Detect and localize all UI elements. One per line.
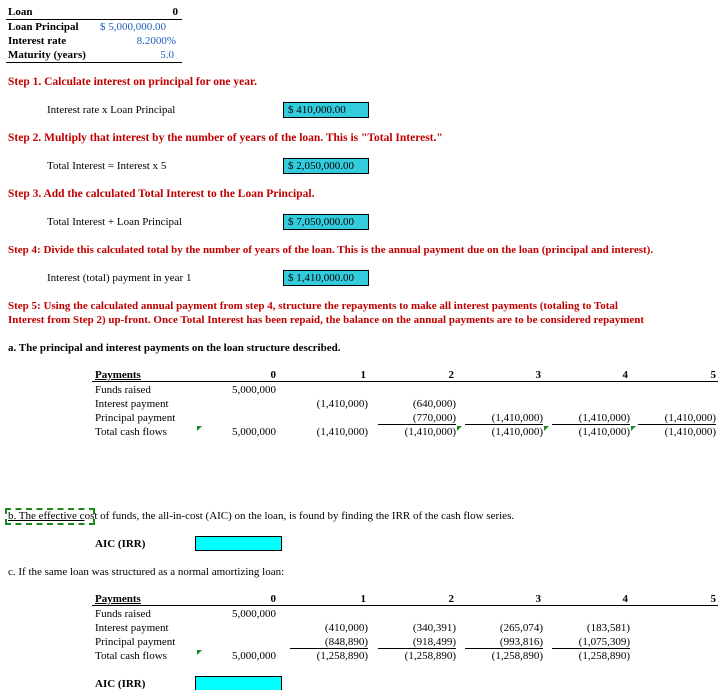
- part-a-principal-3[interactable]: (1,410,000): [465, 412, 543, 425]
- part-a-header-1: 1: [360, 369, 367, 381]
- part-c-header-3: 3: [535, 593, 542, 605]
- part-b-aic-label: AIC (IRR): [95, 538, 146, 550]
- part-c-aic-label: AIC (IRR): [95, 678, 146, 690]
- part-c-header-5: 5: [710, 593, 717, 605]
- part-c-principal-1[interactable]: (848,890): [290, 636, 368, 649]
- error-indicator-icon: [457, 426, 462, 431]
- part-a-total-1[interactable]: (1,410,000): [290, 426, 368, 438]
- step2-label: Total Interest = Interest x 5: [47, 160, 167, 172]
- part-b-selected-text[interactable]: b. The effective c: [8, 510, 85, 522]
- loan-footer-rule: [6, 62, 182, 63]
- part-a-total-4[interactable]: (1,410,000): [552, 426, 630, 438]
- loan-header-rule: [6, 19, 182, 20]
- part-a-row-interest-label: Interest payment: [95, 398, 169, 410]
- step4-heading: Step 4: Divide this calculated total by …: [8, 244, 654, 256]
- part-c-total-0[interactable]: 5,000,000: [200, 650, 276, 662]
- part-a-heading: a. The principal and interest payments o…: [8, 342, 341, 354]
- part-a-principal-5[interactable]: (1,410,000): [638, 412, 716, 425]
- step3-heading: Step 3. Add the calculated Total Interes…: [8, 188, 315, 200]
- part-b-rest-text: ost of funds, the all-in-cost (AIC) on t…: [84, 510, 515, 522]
- part-a-total-5[interactable]: (1,410,000): [638, 426, 716, 438]
- error-indicator-icon: [631, 426, 636, 431]
- part-c-funds-0[interactable]: 5,000,000: [200, 608, 276, 620]
- step2-heading: Step 2. Multiply that interest by the nu…: [8, 132, 443, 144]
- part-c-principal-3[interactable]: (993,816): [465, 636, 543, 649]
- part-c-principal-4[interactable]: (1,075,309): [552, 636, 630, 649]
- maturity-label: Maturity (years): [8, 49, 86, 61]
- part-a-row-principal-label: Principal payment: [95, 412, 176, 424]
- step5-line2: Interest from Step 2) up-front. Once Tot…: [8, 314, 645, 326]
- part-c-row-interest-label: Interest payment: [95, 622, 169, 634]
- part-c-row-principal-label: Principal payment: [95, 636, 176, 648]
- loan-title: Loan: [8, 6, 33, 18]
- part-c-header-2: 2: [448, 593, 455, 605]
- part-c-interest-3[interactable]: (265,074): [465, 622, 543, 634]
- part-c-header-payments: Payments: [95, 593, 141, 605]
- step4-result-cell[interactable]: $ 1,410,000.00: [283, 270, 369, 286]
- part-a-interest-2[interactable]: (640,000): [378, 398, 456, 410]
- loan-principal-label: Loan Principal: [8, 21, 79, 33]
- step4-label: Interest (total) payment in year 1: [47, 272, 192, 284]
- part-a-header-5: 5: [710, 369, 717, 381]
- part-c-aic-input[interactable]: [195, 676, 282, 690]
- part-a-total-3[interactable]: (1,410,000): [465, 426, 543, 438]
- part-a-header-payments: Payments: [95, 369, 141, 381]
- part-a-row-total-label: Total cash flows: [95, 426, 167, 438]
- step1-label: Interest rate x Loan Principal: [47, 104, 176, 116]
- part-a-funds-0[interactable]: 5,000,000: [200, 384, 276, 396]
- step3-label: Total Interest + Loan Principal: [47, 216, 182, 228]
- part-c-principal-2[interactable]: (918,499): [378, 636, 456, 649]
- part-c-total-3[interactable]: (1,258,890): [465, 650, 543, 662]
- part-c-row-funds-label: Funds raised: [95, 608, 151, 620]
- part-a-header-3: 3: [535, 369, 542, 381]
- part-c-interest-1[interactable]: (410,000): [290, 622, 368, 634]
- part-b-aic-input[interactable]: [195, 536, 282, 551]
- step3-result-cell[interactable]: $ 7,050,000.00: [283, 214, 369, 230]
- loan-principal-value[interactable]: $ 5,000,000.00: [100, 21, 166, 33]
- step5-line1: Step 5: Using the calculated annual paym…: [8, 300, 618, 312]
- part-a-principal-2[interactable]: (770,000): [378, 412, 456, 425]
- part-a-total-0[interactable]: 5,000,000: [200, 426, 276, 438]
- maturity-value[interactable]: 5.0: [120, 49, 174, 61]
- part-c-row-total-label: Total cash flows: [95, 650, 167, 662]
- part-c-heading: c. If the same loan was structured as a …: [8, 566, 285, 578]
- part-a-header-0: 0: [270, 369, 277, 381]
- part-c-header-4: 4: [622, 593, 629, 605]
- part-b-text: b. The effective cost of funds, the all-…: [8, 510, 514, 522]
- part-c-header-rule: [92, 605, 718, 606]
- step1-heading: Step 1. Calculate interest on principal …: [8, 76, 257, 88]
- part-a-total-2[interactable]: (1,410,000): [378, 426, 456, 438]
- part-a-interest-1[interactable]: (1,410,000): [290, 398, 368, 410]
- part-c-interest-4[interactable]: (183,581): [552, 622, 630, 634]
- part-a-row-funds-label: Funds raised: [95, 384, 151, 396]
- part-c-interest-2[interactable]: (340,391): [378, 622, 456, 634]
- loan-title-value: 0: [172, 6, 179, 18]
- error-indicator-icon: [544, 426, 549, 431]
- part-a-header-2: 2: [448, 369, 455, 381]
- part-c-total-1[interactable]: (1,258,890): [290, 650, 368, 662]
- interest-rate-label: Interest rate: [8, 35, 67, 47]
- part-c-header-1: 1: [360, 593, 367, 605]
- part-a-header-rule: [92, 381, 718, 382]
- step2-result-cell[interactable]: $ 2,050,000.00: [283, 158, 369, 174]
- step1-result-cell[interactable]: $ 410,000.00: [283, 102, 369, 118]
- part-c-total-2[interactable]: (1,258,890): [378, 650, 456, 662]
- part-a-header-4: 4: [622, 369, 629, 381]
- part-c-header-0: 0: [270, 593, 277, 605]
- part-c-total-4[interactable]: (1,258,890): [552, 650, 630, 662]
- interest-rate-value[interactable]: 8.2000%: [110, 35, 176, 47]
- part-a-principal-4[interactable]: (1,410,000): [552, 412, 630, 425]
